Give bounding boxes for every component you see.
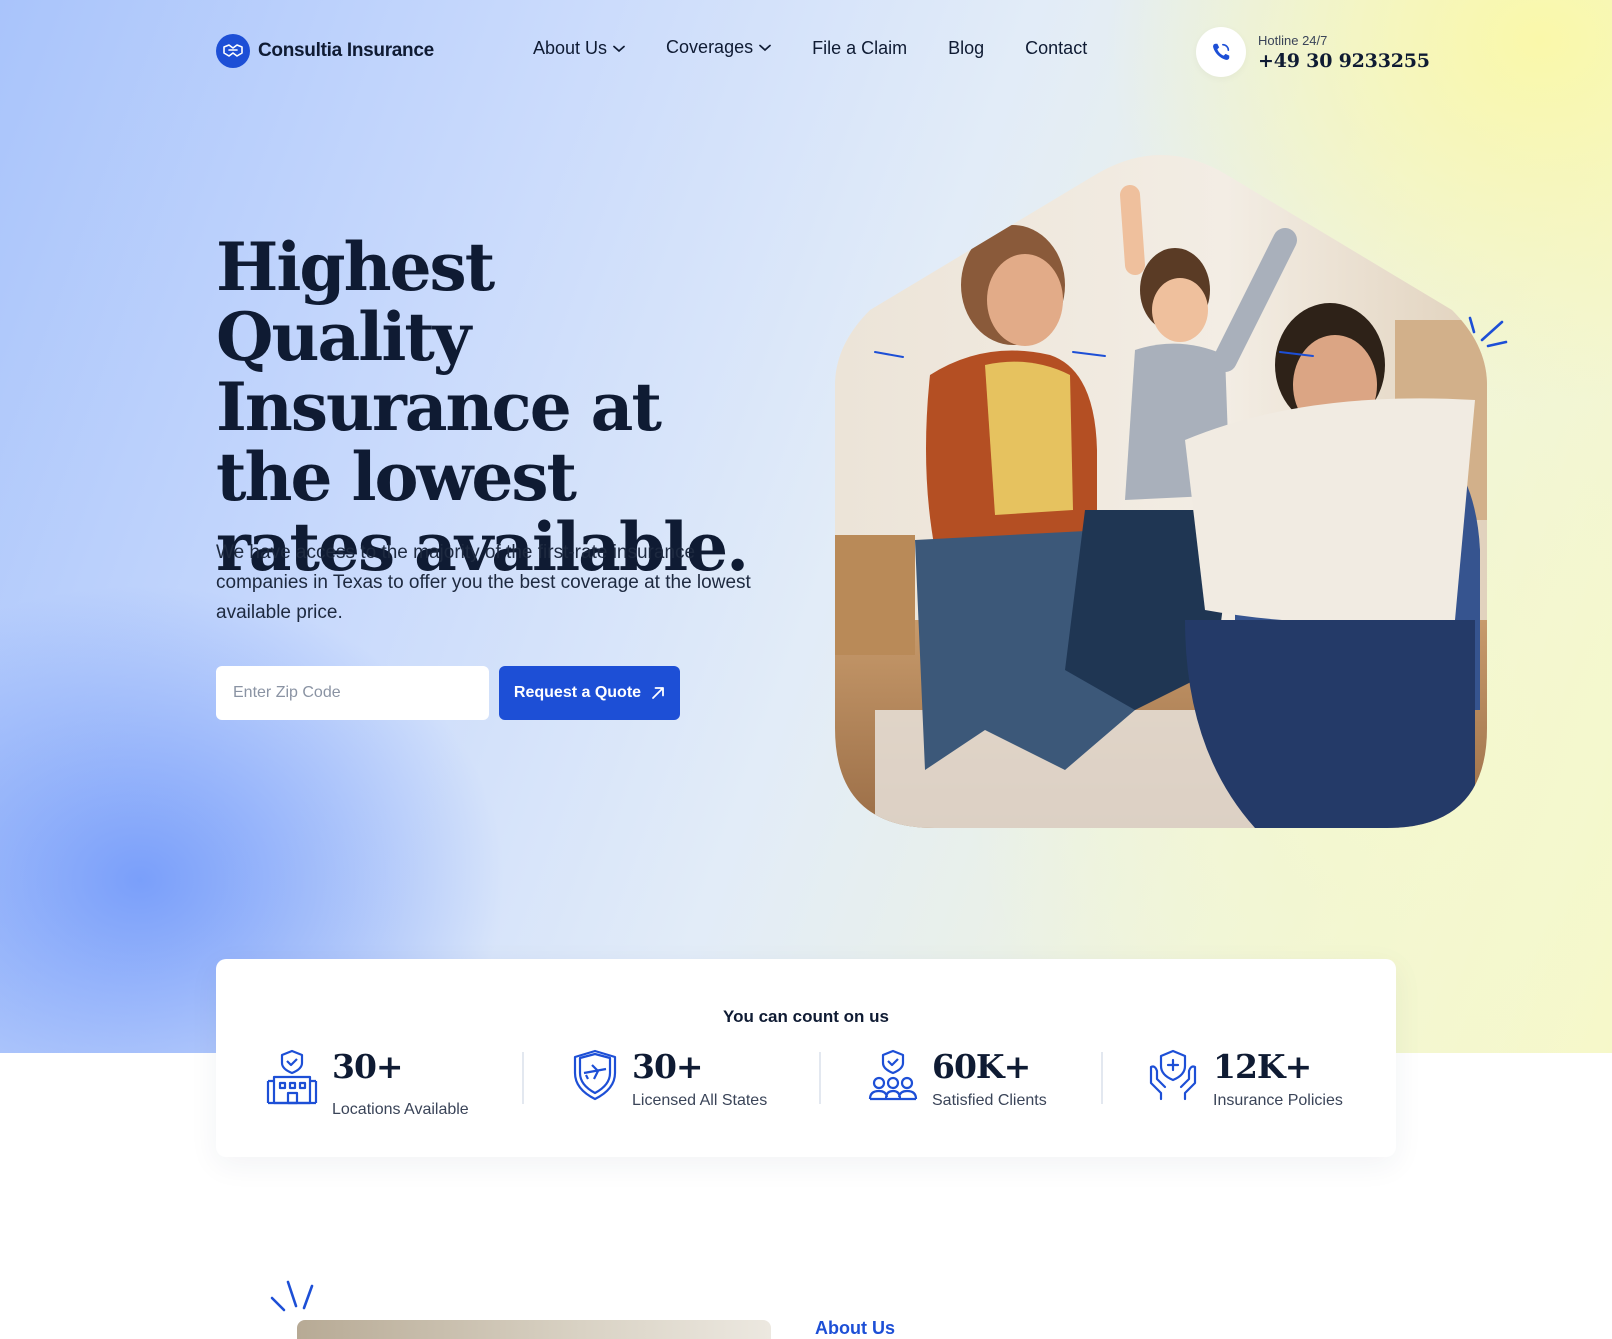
nav-file-a-claim[interactable]: File a Claim [812,38,907,59]
stat-locations: 30+ Locations Available [266,1049,469,1119]
nav-contact[interactable]: Contact [1025,38,1087,59]
request-quote-button[interactable]: Request a Quote [499,666,680,720]
family-photo [835,155,1487,828]
hands-shield-icon [1149,1049,1197,1101]
stat-value: 12K+ [1213,1047,1312,1086]
stat-label: Locations Available [332,1101,469,1118]
hotline[interactable]: Hotline 24/7 +49 30 9233255 [1196,27,1430,77]
hotline-number[interactable]: +49 30 9233255 [1258,50,1430,72]
shield-plane-icon [573,1049,617,1101]
about-us-label: About Us [815,1318,895,1338]
zip-code-input[interactable] [216,666,489,720]
hero-subtitle: We have access to the majority of the fi… [216,542,751,623]
divider [522,1052,524,1104]
building-icon [266,1049,318,1105]
stats-heading: You can count on us [723,1007,889,1026]
divider [1101,1052,1103,1104]
arrow-up-right-icon [652,687,664,699]
request-quote-label: Request a Quote [513,684,642,701]
sparkle-decoration-icon [270,1280,314,1312]
nav-coverages-label: Coverages [666,37,754,57]
nav-file-a-claim-label: File a Claim [812,38,908,58]
chevron-down-icon [613,45,625,52]
main-nav: About Us Coverages File a Claim Blog Con… [533,36,1087,59]
divider [819,1052,821,1104]
about-image [297,1320,771,1339]
stat-policies: 12K+ Insurance Policies [1147,1049,1343,1110]
nav-about-us-label: About Us [533,38,608,58]
hotline-label: Hotline 24/7 [1258,32,1328,48]
stat-clients: 60K+ Satisfied Clients [868,1049,1047,1110]
nav-coverages[interactable]: Coverages [666,36,771,59]
people-shield-icon [868,1049,918,1101]
stat-label: Satisfied Clients [932,1092,1047,1109]
nav-contact-label: Contact [1025,38,1088,58]
stat-label: Insurance Policies [1213,1092,1343,1109]
stat-value: 30+ [632,1047,704,1086]
stat-value: 60K+ [932,1047,1031,1086]
stat-licensed: 30+ Licensed All States [572,1049,767,1110]
nav-blog-label: Blog [948,38,985,58]
chevron-down-icon [759,44,771,51]
sparkle-decoration-icon [1468,316,1508,348]
logo[interactable]: Consultia Insurance [216,34,434,68]
nav-blog[interactable]: Blog [948,38,984,59]
phone-icon [1196,27,1246,77]
hero-title: Highest Quality Insurance at the lowest … [216,228,749,586]
stats-card: You can count on us 30+ Locations Availa… [216,959,1396,1157]
logo-icon [216,34,250,68]
stat-label: Licensed All States [632,1092,768,1109]
logo-text: Consultia Insurance [258,40,434,61]
nav-about-us[interactable]: About Us [533,38,625,59]
stat-value: 30+ [332,1047,404,1086]
